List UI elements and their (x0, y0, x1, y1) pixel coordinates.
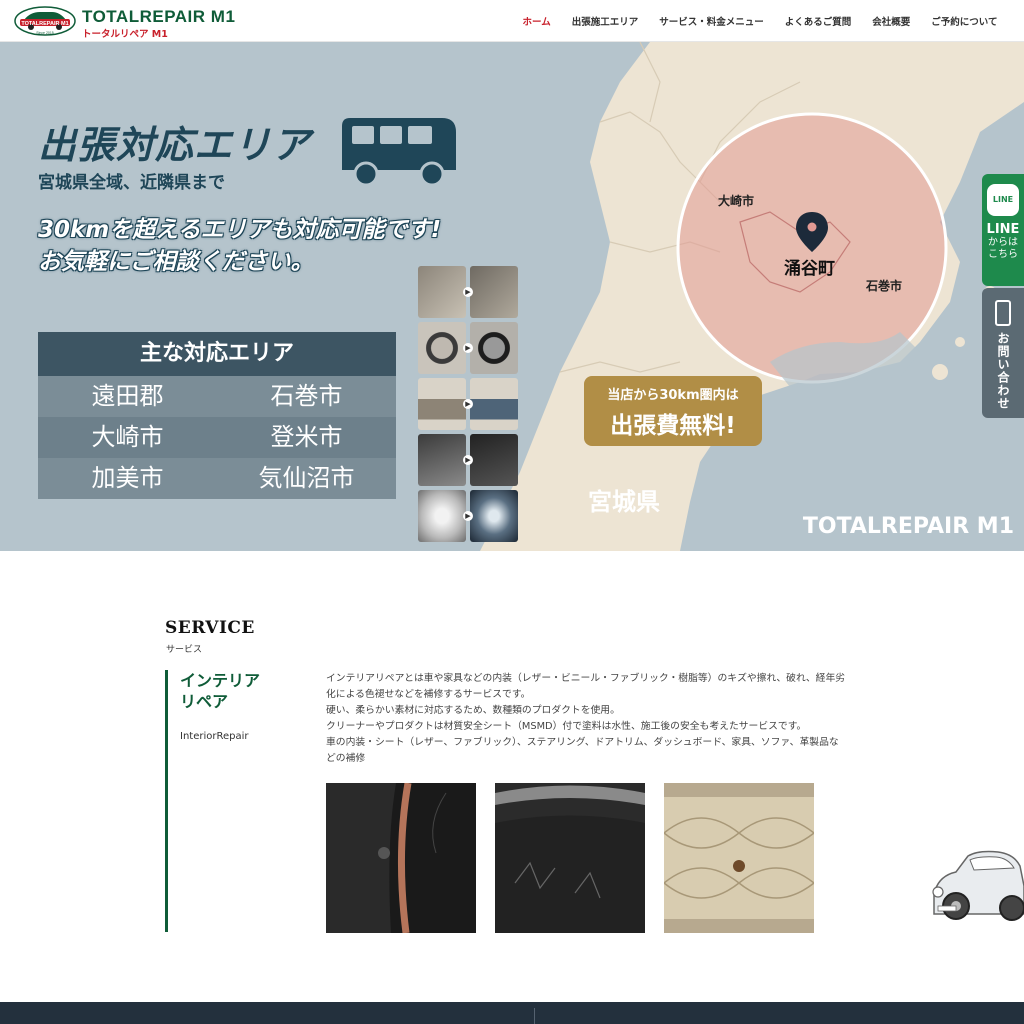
area-cell: 加美市 (91, 464, 164, 492)
desc-line: 車の内装・シート（レザー、ファブリック）、ステアリング、ドアトリム、ダッシュボー… (326, 737, 839, 748)
service-accent-bar (165, 670, 168, 932)
area-row: 遠田郡 石巻市 (38, 376, 396, 417)
thumb-before-dashboard (418, 434, 466, 486)
logo-since-text: Since 2015 (36, 31, 54, 35)
map-label-osaki: 大崎市 (718, 194, 755, 208)
thumb-after-sofa (470, 378, 518, 430)
footer-divider (534, 1008, 535, 1024)
service-english-name: InteriorRepair (180, 731, 249, 742)
hero-message: 30kmを超えるエリアも対応可能です! お気軽にご相談ください。 (38, 214, 441, 278)
free-travel-badge: 当店から30km圏内は 出張費無料! (584, 376, 762, 446)
service-title-line2: リペア (180, 692, 229, 711)
logo-title: TOTALREPAIR M1 (82, 7, 236, 26)
line-sub-1: からは (988, 237, 1018, 248)
logo-badge-text: TOTALREPAIR M1 (21, 21, 68, 27)
thumb-before-sofa (418, 378, 466, 430)
logo-subtitle: トータルリペア M1 (82, 29, 168, 40)
smartphone-icon (995, 300, 1011, 326)
hero-message-line2: お気軽にご相談ください。 (38, 249, 314, 275)
thumb-after-seat (470, 266, 518, 318)
nav-item[interactable]: よくあるご質問 (774, 14, 862, 28)
footer-band (0, 1002, 1024, 1024)
desc-line: 硬い、柔らかい素材に対応するため、数種類のプロダクトを使用。 (326, 705, 620, 716)
thumb-pair-steering: ▶ (418, 322, 518, 374)
service-title-line1: インテリア (180, 671, 261, 690)
hero-banner: 出張対応エリア 宮城県全域、近隣県まで 30kmを超えるエリアも対応可能です! … (0, 42, 1024, 551)
nav-item[interactable]: サービス・料金メニュー (649, 14, 775, 28)
arrow-icon: ▶ (463, 399, 473, 409)
arrow-icon: ▶ (463, 511, 473, 521)
service-description: インテリアリペアとは車や家具などの内装（レザー・ビニール・ファブリック・樹脂等）… (326, 671, 866, 767)
thumb-after-steering (470, 322, 518, 374)
site-logo[interactable]: TOTALREPAIR M1 Since 2015 TOTALREPAIR M1… (14, 4, 235, 40)
area-table-heading: 主な対応エリア (38, 332, 396, 376)
thumb-before-headlight (418, 490, 466, 542)
area-cell: 登米市 (270, 423, 343, 451)
area-cell: 石巻市 (270, 382, 343, 410)
nav-item[interactable]: 会社概要 (862, 14, 921, 28)
before-after-thumbnails: ▶ ▶ ▶ ▶ ▶ (418, 266, 518, 546)
service-area-table: 主な対応エリア 遠田郡 石巻市 大崎市 登米市 加美市 気仙沼市 (38, 332, 396, 500)
free-badge-big: 出張費無料! (610, 413, 736, 439)
hero-subtitle: 宮城県全域、近隣県まで (38, 173, 225, 193)
map-label-ishinomaki: 石巻市 (866, 279, 903, 293)
desc-line: 化による色褪せなどを補修するサービスです。 (326, 689, 531, 700)
van-icon (342, 118, 456, 187)
map-label-wakuya: 涌谷町 (784, 259, 835, 279)
area-row: 大崎市 登米市 (38, 417, 396, 458)
area-cell: 気仙沼市 (258, 464, 355, 492)
line-contact-tab[interactable]: LINE LINE からは こちら (982, 174, 1024, 286)
arrow-icon: ▶ (463, 455, 473, 465)
desc-line: インテリアリペアとは車や家具などの内装（レザー・ビニール・ファブリック・樹脂等）… (326, 673, 846, 684)
arrow-icon: ▶ (463, 343, 473, 353)
thumb-before-steering (418, 322, 466, 374)
service-heading-sub: サービス (166, 645, 203, 655)
service-title: インテリア リペア (180, 670, 260, 712)
nav-item[interactable]: ホーム (512, 14, 561, 28)
thumb-pair-headlight: ▶ (418, 490, 518, 542)
thumb-before-seat (418, 266, 466, 318)
desc-line: どの補修 (326, 753, 366, 764)
hero-message-line1: 30kmを超えるエリアも対応可能です! (38, 217, 442, 243)
photo-torn-leather-seat (326, 783, 476, 933)
thumb-pair-dashboard: ▶ (418, 434, 518, 486)
free-badge-small: 当店から30km圏内は (607, 388, 739, 403)
thumb-pair-sofa: ▶ (418, 378, 518, 430)
hero-title: 出張対応エリア (38, 123, 312, 167)
line-label: LINE (986, 222, 1020, 237)
phone-tab-label: お問い合わせ (996, 332, 1010, 410)
main-nav: ホーム 出張施工エリア サービス・料金メニュー よくあるご質問 会社概要 ご予約について (512, 0, 1008, 42)
thumb-pair-seat: ▶ (418, 266, 518, 318)
arrow-icon: ▶ (463, 287, 473, 297)
thumb-after-dashboard (470, 434, 518, 486)
phone-contact-tab[interactable]: お問い合わせ (982, 288, 1024, 418)
photo-cracked-leather (495, 783, 645, 933)
site-header: TOTALREPAIR M1 Since 2015 TOTALREPAIR M1… (0, 0, 1024, 42)
line-sub-2: こちら (988, 249, 1018, 260)
nav-item[interactable]: ご予約について (921, 14, 1008, 28)
photo-fabric-burn-hole (664, 783, 814, 933)
area-cell: 遠田郡 (91, 382, 164, 410)
prefecture-label: 宮城県 (588, 488, 660, 516)
area-row: 加美市 気仙沼市 (38, 458, 396, 499)
nav-item[interactable]: 出張施工エリア (561, 14, 649, 28)
desc-line: クリーナーやプロダクトは材質安全シート（MSMD）付で塗料は水性、施工後の安全も… (326, 721, 807, 732)
classic-car-illustration (932, 850, 1024, 921)
thumb-after-headlight (470, 490, 518, 542)
area-cell: 大崎市 (91, 423, 164, 451)
line-chat-icon: LINE (987, 184, 1019, 216)
hero-brand-mark: TOTALREPAIR M1 (802, 514, 1014, 539)
service-heading: SERVICE (165, 618, 255, 638)
logo-car-emblem-icon: TOTALREPAIR M1 Since 2015 (14, 6, 76, 36)
